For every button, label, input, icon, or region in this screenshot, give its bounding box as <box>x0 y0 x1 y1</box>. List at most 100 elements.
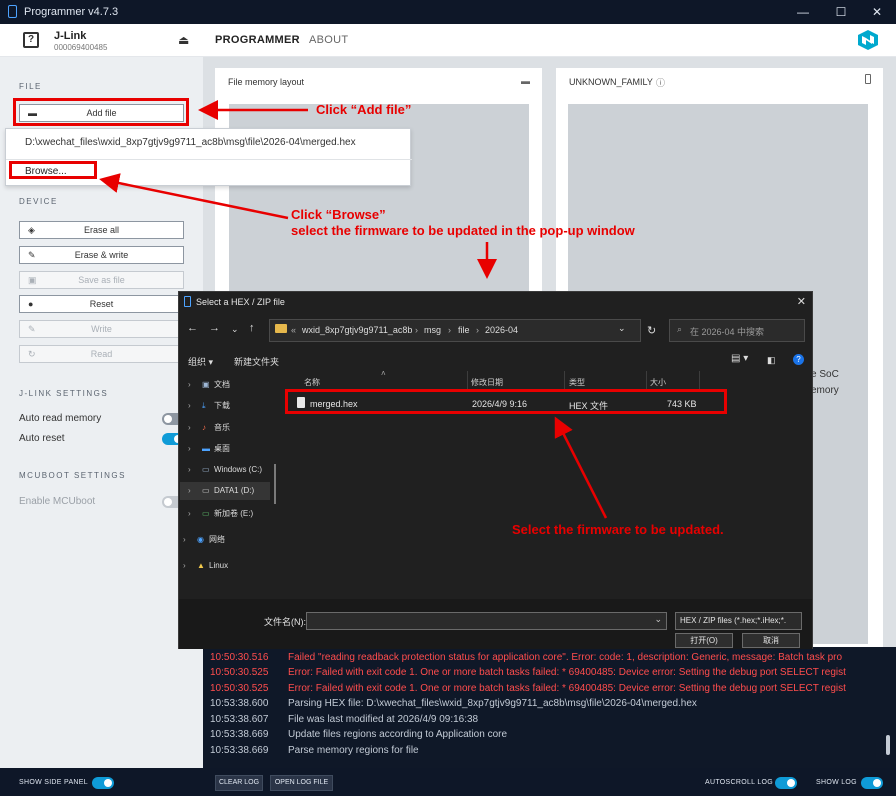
eject-icon[interactable]: ⏏ <box>178 33 189 47</box>
annotation-box-browse <box>9 161 97 179</box>
back-arrow-icon[interactable]: ← <box>187 322 198 334</box>
erase-all-button[interactable]: ◈ Erase all <box>19 221 184 239</box>
forward-arrow-icon[interactable]: → <box>209 322 220 334</box>
log-panel: 10:50:30.516 Failed "reading readback pro… <box>203 647 896 768</box>
file-dialog: Select a HEX / ZIP file ✕ ← → ⌄ ↑ « wxid… <box>178 291 813 649</box>
maximize-button[interactable]: ☐ <box>826 3 856 21</box>
tab-programmer[interactable]: PROGRAMMER <box>215 34 300 46</box>
dialog-app-icon <box>184 296 191 307</box>
open-log-file-button[interactable]: OPEN LOG FILE <box>270 775 333 791</box>
eraser-icon: ◈ <box>28 225 35 235</box>
view-options-icon[interactable]: ▤ ▾ <box>731 353 748 364</box>
device-memory-hint-line1: e SoC <box>811 369 839 380</box>
column-divider[interactable] <box>699 371 700 389</box>
breadcrumb-item[interactable]: wxid_8xp7gtjv9g9711_ac8b <box>302 325 412 335</box>
up-arrow-icon[interactable]: ↑ <box>249 322 255 334</box>
annotation-browse-line2: select the firmware to be updated in the… <box>291 223 635 238</box>
drive-icon: ▭ <box>202 509 210 518</box>
device-memory-hint-line2: emory <box>811 385 839 396</box>
breadcrumb-item[interactable]: msg <box>424 325 441 335</box>
close-window-button[interactable]: ✕ <box>862 3 892 21</box>
info-icon[interactable]: ⓘ <box>656 76 665 89</box>
column-name[interactable]: 名称 <box>304 377 320 388</box>
tree-item-documents[interactable]: › ▣ 文档 <box>188 379 230 390</box>
device-serial: 000069400485 <box>54 43 108 52</box>
erase-write-button[interactable]: ✎ Erase & write <box>19 246 184 264</box>
tree-item-linux[interactable]: › ▲ Linux <box>183 561 228 570</box>
read-button[interactable]: ↻ Read <box>19 345 184 363</box>
jlink-settings-title: J-LINK SETTINGS <box>19 389 109 398</box>
recent-chevron-icon[interactable]: ⌄ <box>231 324 239 335</box>
breadcrumb-item[interactable]: file <box>458 325 470 335</box>
refresh-icon[interactable]: ↻ <box>647 324 656 337</box>
device-name[interactable]: J-Link <box>54 30 86 42</box>
save-as-file-button[interactable]: ▣ Save as file <box>19 271 184 289</box>
tree-item-network[interactable]: › ◉ 网络 <box>183 534 225 545</box>
save-icon: ▣ <box>28 275 37 285</box>
show-side-panel-toggle[interactable] <box>92 777 114 789</box>
tree-item-drive-e[interactable]: › ▭ 新加卷 (E:) <box>188 508 253 519</box>
column-divider[interactable] <box>467 371 468 389</box>
nordic-logo <box>858 30 878 50</box>
desktop-icon: ▬ <box>202 444 210 453</box>
search-icon: ⌕ <box>677 324 683 334</box>
address-dropdown-icon[interactable]: ⌄ <box>618 323 626 334</box>
filetype-value: HEX / ZIP files (*.hex;*.iHex;*. <box>680 616 787 625</box>
tree-item-desktop[interactable]: › ▬ 桌面 <box>188 443 230 454</box>
new-folder-button[interactable]: 新建文件夹 <box>234 355 279 368</box>
write-button[interactable]: ✎ Write <box>19 320 184 338</box>
tree-scrollbar[interactable] <box>274 464 276 504</box>
clear-log-button[interactable]: CLEAR LOG <box>215 775 263 791</box>
tree-item-drive-d[interactable]: › ▭ DATA1 (D:) <box>188 486 254 495</box>
minimize-button[interactable]: — <box>788 3 818 21</box>
help-icon[interactable]: ? <box>793 354 804 365</box>
tab-about[interactable]: ABOUT <box>309 34 348 46</box>
tree-item-music[interactable]: › ♪ 音乐 <box>188 422 230 433</box>
search-placeholder: 在 2026-04 中搜索 <box>690 327 765 337</box>
chevron-down-icon[interactable]: ⌄ <box>654 614 662 625</box>
column-divider[interactable] <box>646 371 647 389</box>
dialog-close-icon[interactable]: ✕ <box>797 295 806 308</box>
filename-input[interactable]: ⌄ <box>306 612 667 630</box>
sort-caret-icon: ˄ <box>381 369 386 378</box>
show-log-toggle[interactable] <box>861 777 883 789</box>
window-title: Programmer v4.7.3 <box>24 6 119 18</box>
tree-item-drive-c[interactable]: › ▭ Windows (C:) <box>188 465 262 474</box>
breadcrumb-separator: › <box>448 325 451 335</box>
document-icon: ▣ <box>202 380 210 389</box>
search-input[interactable]: ⌕ 在 2026-04 中搜索 <box>669 319 805 342</box>
cancel-button[interactable]: 取消 <box>742 633 800 648</box>
folder-icon <box>275 324 287 333</box>
window-titlebar: Programmer v4.7.3 — ☐ ✕ <box>0 0 896 24</box>
open-button[interactable]: 打开(O) <box>675 633 733 648</box>
recent-file-item[interactable]: D:\xwechat_files\wxid_8xp7gtjv9g9711_ac8… <box>25 137 356 148</box>
breadcrumb-overflow[interactable]: « <box>291 325 296 335</box>
reset-label: Reset <box>89 299 114 309</box>
auto-read-memory-label: Auto read memory <box>19 413 102 424</box>
auto-reset-label: Auto reset <box>19 433 65 444</box>
folder-icon[interactable]: ▬ <box>521 76 530 86</box>
autoscroll-log-toggle[interactable] <box>775 777 797 789</box>
navigation-tree: › ▣ 文档 › ⤓ 下载 › ♪ 音乐 › ▬ 桌面 › ▭ Windows (C:) › ▭ DAT… <box>179 372 280 597</box>
device-chip-icon[interactable]: ? <box>23 32 39 48</box>
read-label: Read <box>90 349 113 359</box>
tree-item-downloads[interactable]: › ⤓ 下载 <box>188 400 230 411</box>
column-size[interactable]: 大小 <box>650 377 666 388</box>
save-as-file-label: Save as file <box>78 275 125 285</box>
device-family-title: UNKNOWN_FAMILY <box>569 77 653 87</box>
filetype-select[interactable]: HEX / ZIP files (*.hex;*.iHex;*. <box>675 612 802 630</box>
column-modified[interactable]: 修改日期 <box>471 377 503 388</box>
column-type[interactable]: 类型 <box>569 377 585 388</box>
organize-menu[interactable]: 组织 ▾ <box>188 355 213 368</box>
log-scrollbar[interactable] <box>886 735 890 755</box>
preview-pane-icon[interactable]: ◧ <box>767 355 776 366</box>
erase-write-label: Erase & write <box>74 250 129 260</box>
breadcrumb-item[interactable]: 2026-04 <box>485 325 518 335</box>
dialog-title: Select a HEX / ZIP file <box>196 297 285 307</box>
column-divider[interactable] <box>564 371 565 389</box>
mcuboot-settings-title: MCUBOOT SETTINGS <box>19 471 126 480</box>
reset-button[interactable]: ● Reset <box>19 295 184 313</box>
autoscroll-log-label: AUTOSCROLL LOG <box>705 779 773 786</box>
address-bar[interactable]: « wxid_8xp7gtjv9g9711_ac8b › msg › file … <box>269 319 641 342</box>
linux-icon: ▲ <box>197 561 205 570</box>
